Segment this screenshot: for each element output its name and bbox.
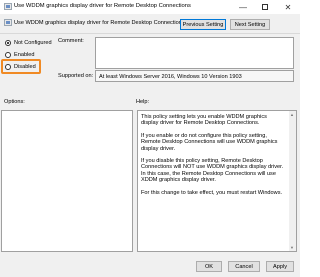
radio-label-not-configured: Not Configured — [14, 40, 52, 46]
supported-on-label: Supported on: — [58, 73, 94, 79]
minimize-icon: — — [239, 2, 247, 12]
help-paragraph: If you enable or do not configure this p… — [141, 132, 278, 152]
help-label: Help: — [136, 99, 150, 105]
options-label: Options: — [4, 99, 25, 105]
help-paragraph: This policy setting lets you enable WDDM… — [141, 114, 267, 127]
comment-textarea[interactable] — [95, 37, 294, 69]
scroll-up-icon[interactable]: ▲ — [290, 112, 294, 117]
policy-icon — [4, 19, 12, 26]
scroll-down-icon[interactable]: ▼ — [290, 245, 294, 250]
header-divider — [0, 33, 300, 34]
supported-on-field: At least Windows Server 2016, Windows 10… — [95, 70, 294, 82]
title-bar: Use WDDM graphics display driver for Rem… — [0, 0, 300, 14]
radio-button-not-configured[interactable] — [5, 40, 11, 46]
policy-heading: Use WDDM graphics display driver for Rem… — [14, 20, 185, 26]
radio-label-enabled: Enabled — [14, 52, 35, 58]
help-scrollbar[interactable]: ▲ ▼ — [289, 111, 296, 251]
cancel-button[interactable]: Cancel — [228, 261, 260, 272]
next-setting-button[interactable]: Next Setting — [230, 19, 270, 30]
close-button[interactable]: ✕ — [276, 0, 300, 14]
apply-button[interactable]: Apply — [266, 261, 294, 272]
close-icon: ✕ — [284, 2, 292, 12]
disabled-highlight-box — [1, 59, 41, 74]
help-pane: This policy setting lets you enable WDDM… — [137, 110, 297, 252]
comment-label: Comment: — [58, 38, 84, 44]
ok-button[interactable]: OK — [196, 261, 222, 272]
radio-enabled[interactable]: Enabled — [5, 52, 35, 58]
window-title: Use WDDM graphics display driver for Rem… — [14, 3, 191, 9]
maximize-button[interactable] — [254, 0, 276, 14]
options-pane — [1, 110, 133, 252]
help-paragraph: If you disable this policy setting, Remo… — [141, 158, 284, 184]
help-paragraph: For this change to take effect, you must… — [141, 189, 283, 196]
radio-button-enabled[interactable] — [5, 52, 11, 58]
maximize-icon — [262, 4, 268, 10]
radio-not-configured[interactable]: Not Configured — [5, 40, 52, 46]
previous-setting-button[interactable]: Previous Setting — [180, 19, 226, 30]
policy-app-icon — [4, 3, 12, 10]
minimize-button[interactable]: — — [232, 0, 254, 14]
